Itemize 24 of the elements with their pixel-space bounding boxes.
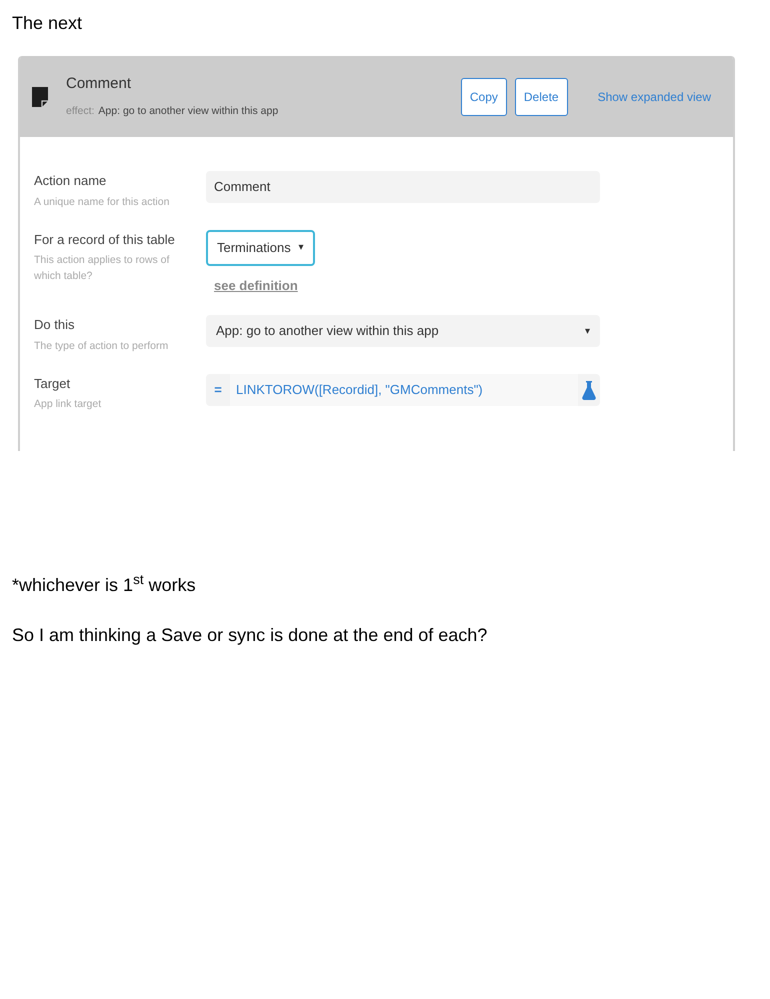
- field-label: Do this: [34, 316, 76, 334]
- field-label: Action name: [34, 172, 108, 190]
- action-title: Comment: [66, 74, 132, 94]
- header-button[interactable]: Delete: [514, 78, 568, 116]
- field-hint: A unique name for this action: [34, 194, 170, 210]
- effect-value: App: go to another view within this app: [98, 104, 278, 119]
- page-heading: The next: [12, 12, 82, 35]
- field-hint: The type of action to perform: [34, 338, 170, 354]
- flask-icon[interactable]: [582, 380, 596, 400]
- note-text: *whichever is 1$^{st}$ works: [12, 572, 196, 597]
- field-label: Target: [34, 374, 72, 393]
- note-text: So I am thinking a Save or sync is done at the end of each?: [12, 624, 488, 647]
- action-type-dropdown[interactable]: App: go to another view within this app ▾: [206, 315, 600, 347]
- field-label: For a record of this table: [34, 230, 176, 248]
- field-hint: This action applies to rows of which table?: [34, 253, 170, 284]
- effect-label: effect:: [66, 104, 94, 119]
- field-hint: App link target: [34, 397, 102, 412]
- action-name-field[interactable]: Comment: [206, 171, 600, 203]
- header-button[interactable]: Copy: [460, 78, 507, 116]
- note-icon: [32, 86, 48, 106]
- see-definition-link[interactable]: see definition: [214, 276, 298, 295]
- target-formula-field[interactable]: = LINKTOROW([Recordid], "GMComments"): [206, 374, 600, 406]
- show-expanded-view-link[interactable]: Show expanded view: [598, 88, 711, 106]
- table-select[interactable]: Terminations ▾: [206, 230, 315, 266]
